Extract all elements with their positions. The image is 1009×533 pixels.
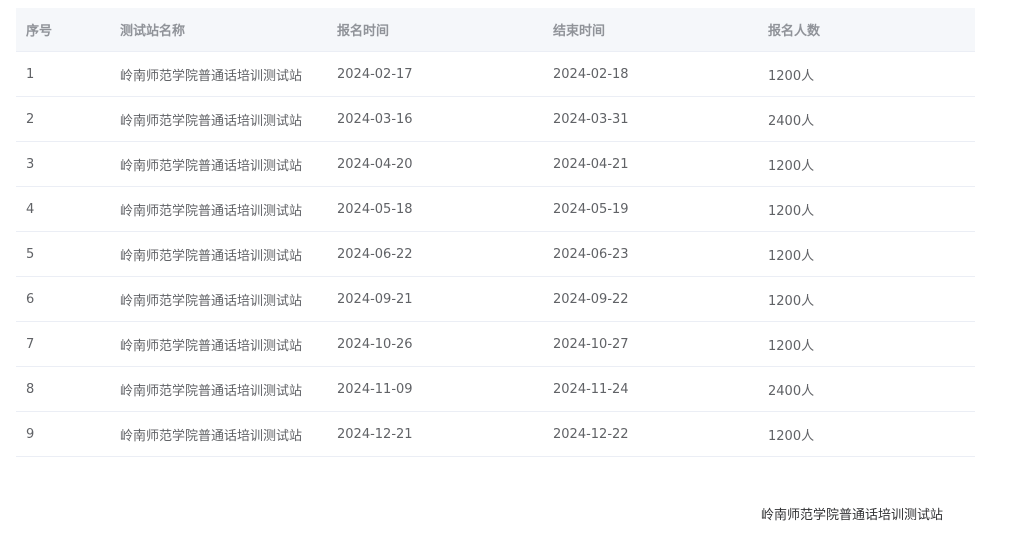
row-name: 岭南师范学院普通话培训测试站: [120, 293, 303, 309]
row-start: 2024-05-18: [337, 201, 413, 217]
row-index: 4: [26, 201, 35, 217]
row-start: 2024-04-20: [337, 156, 413, 172]
row-count: 1200人: [768, 203, 815, 219]
row-end: 2024-12-22: [553, 426, 629, 442]
row-index: 5: [26, 246, 35, 262]
row-end: 2024-05-19: [553, 201, 629, 217]
row-name: 岭南师范学院普通话培训测试站: [120, 113, 303, 129]
row-count: 1200人: [768, 158, 815, 174]
row-name: 岭南师范学院普通话培训测试站: [120, 203, 303, 219]
row-index: 1: [26, 66, 35, 82]
row-index: 7: [26, 336, 35, 352]
table-row: 4 岭南师范学院普通话培训测试站 2024-05-18 2024-05-19 1…: [16, 187, 975, 232]
row-index: 9: [26, 426, 35, 442]
table-header-row: 序号 测试站名称 报名时间 结束时间 报名人数: [16, 8, 975, 52]
exam-schedule-table: 序号 测试站名称 报名时间 结束时间 报名人数 1 岭南师范学院普通话培训测试站…: [16, 8, 975, 457]
row-count: 1200人: [768, 338, 815, 354]
header-count: 报名人数: [768, 24, 821, 39]
header-index: 序号: [26, 24, 53, 39]
row-end: 2024-02-18: [553, 66, 629, 82]
row-name: 岭南师范学院普通话培训测试站: [120, 383, 303, 399]
header-end: 结束时间: [553, 24, 606, 39]
table-row: 1 岭南师范学院普通话培训测试站 2024-02-17 2024-02-18 1…: [16, 52, 975, 97]
table-row: 3 岭南师范学院普通话培训测试站 2024-04-20 2024-04-21 1…: [16, 142, 975, 187]
row-name: 岭南师范学院普通话培训测试站: [120, 338, 303, 354]
row-name: 岭南师范学院普通话培训测试站: [120, 428, 303, 444]
row-count: 1200人: [768, 293, 815, 309]
footer-station-name: 岭南师范学院普通话培训测试站: [761, 508, 944, 523]
row-name: 岭南师范学院普通话培训测试站: [120, 158, 303, 174]
row-end: 2024-04-21: [553, 156, 629, 172]
row-end: 2024-03-31: [553, 111, 629, 127]
table-row: 2 岭南师范学院普通话培训测试站 2024-03-16 2024-03-31 2…: [16, 97, 975, 142]
row-end: 2024-06-23: [553, 246, 629, 262]
row-end: 2024-09-22: [553, 291, 629, 307]
row-count: 1200人: [768, 248, 815, 264]
row-start: 2024-11-09: [337, 381, 413, 397]
row-start: 2024-02-17: [337, 66, 413, 82]
header-name: 测试站名称: [120, 24, 186, 39]
row-name: 岭南师范学院普通话培训测试站: [120, 68, 303, 84]
table-row: 9 岭南师范学院普通话培训测试站 2024-12-21 2024-12-22 1…: [16, 412, 975, 457]
row-name: 岭南师范学院普通话培训测试站: [120, 248, 303, 264]
header-start: 报名时间: [337, 24, 390, 39]
row-start: 2024-09-21: [337, 291, 413, 307]
row-start: 2024-06-22: [337, 246, 413, 262]
row-index: 6: [26, 291, 35, 307]
row-start: 2024-03-16: [337, 111, 413, 127]
row-start: 2024-12-21: [337, 426, 413, 442]
table-row: 5 岭南师范学院普通话培训测试站 2024-06-22 2024-06-23 1…: [16, 232, 975, 277]
row-count: 2400人: [768, 383, 815, 399]
row-index: 2: [26, 111, 35, 127]
row-index: 3: [26, 156, 35, 172]
row-count: 1200人: [768, 68, 815, 84]
table-row: 7 岭南师范学院普通话培训测试站 2024-10-26 2024-10-27 1…: [16, 322, 975, 367]
page: 序号 测试站名称 报名时间 结束时间 报名人数 1 岭南师范学院普通话培训测试站…: [0, 0, 1009, 533]
table-row: 6 岭南师范学院普通话培训测试站 2024-09-21 2024-09-22 1…: [16, 277, 975, 322]
row-end: 2024-11-24: [553, 381, 629, 397]
row-end: 2024-10-27: [553, 336, 629, 352]
row-count: 1200人: [768, 428, 815, 444]
row-index: 8: [26, 381, 35, 397]
row-start: 2024-10-26: [337, 336, 413, 352]
row-count: 2400人: [768, 113, 815, 129]
table-row: 8 岭南师范学院普通话培训测试站 2024-11-09 2024-11-24 2…: [16, 367, 975, 412]
